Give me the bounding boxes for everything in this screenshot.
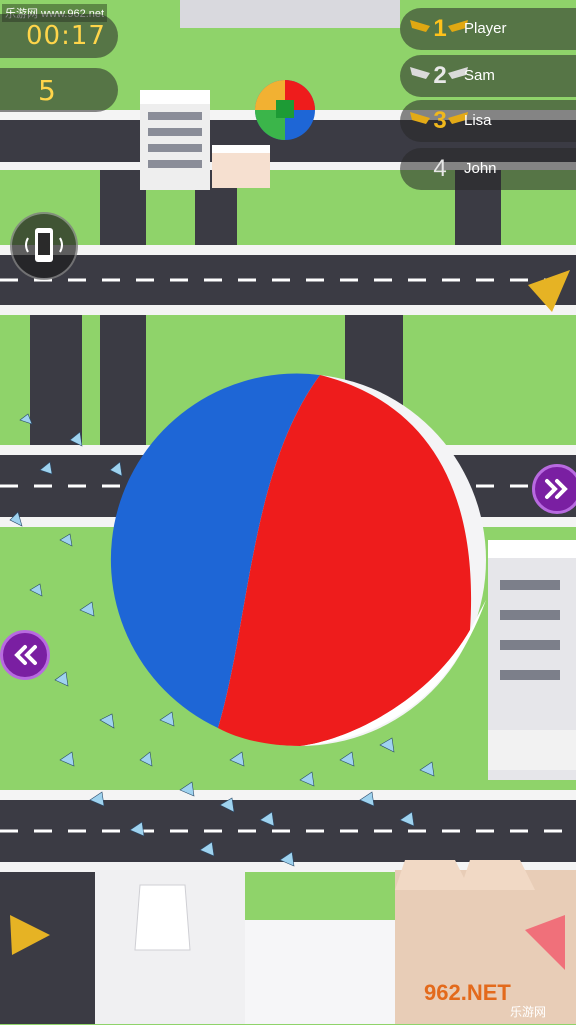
double-chevron-right-icon [545,479,568,499]
leaderboard-row-2: 2 Sam [400,55,576,97]
leaderboard-name: John [464,160,497,177]
score-value: 5 [38,74,56,107]
logo-sub: 乐游网 [510,1005,546,1019]
score-display: 5 [0,68,118,112]
leaderboard-name: Player [464,20,507,37]
vibrate-toggle-button[interactable] [10,212,78,280]
rival-ball [255,80,315,140]
leaderboard-name: Lisa [464,112,492,129]
leaderboard-rank: 2 [433,62,447,89]
player-ball [110,373,486,746]
leaderboard-rank: 1 [433,15,447,42]
move-right-button[interactable] [532,464,576,514]
timer-value: 00:17 [26,21,106,51]
phone-vibrate-icon [25,228,63,262]
leaderboard-row-1: 1 Player [400,8,576,50]
leaderboard-row-3: 3 Lisa [400,100,576,142]
right-buildings [488,540,576,780]
site-logo: 962.NET 乐游网 [420,974,570,1020]
logo-text: 962.NET [424,980,511,1005]
double-chevron-left-icon [14,645,37,665]
leaderboard-rank: 3 [433,107,447,134]
leaderboard-name: Sam [464,67,495,84]
leaderboard-rank: 4 [433,155,447,182]
timer-display: 00:17 [0,14,118,58]
leaderboard-row-4: 4 John [400,148,576,190]
move-left-button[interactable] [0,630,50,680]
